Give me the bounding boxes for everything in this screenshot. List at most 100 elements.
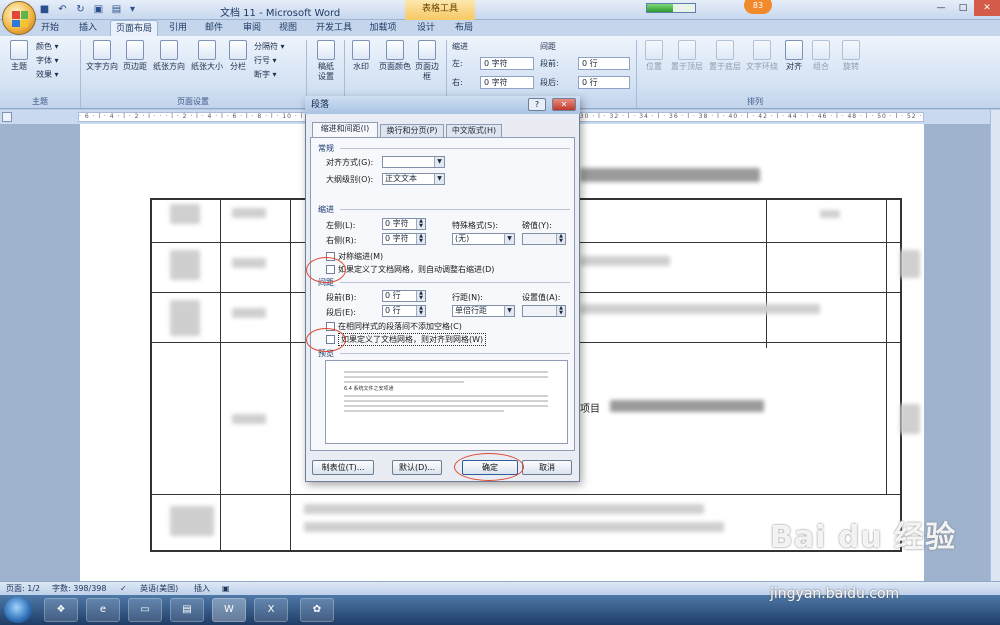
tab-mailings[interactable]: 邮件: [200, 20, 228, 36]
at-input[interactable]: ▲ ▼: [522, 305, 566, 317]
baidu-paw-icon[interactable]: ✿: [300, 598, 334, 622]
size-button[interactable]: 纸张大小: [188, 40, 226, 72]
tab-selector-icon[interactable]: [2, 112, 12, 122]
align-button[interactable]: 对齐: [782, 40, 806, 72]
save-icon[interactable]: ■: [38, 3, 51, 16]
position-button[interactable]: 位置: [640, 40, 668, 72]
open-icon[interactable]: ▣: [92, 3, 105, 16]
special-format-select[interactable]: (无) ▼: [452, 233, 515, 245]
print-icon[interactable]: ▤: [110, 3, 123, 16]
spinner-icon[interactable]: ▲ ▼: [556, 234, 565, 244]
minimize-button[interactable]: —: [930, 0, 952, 16]
spinner-icon[interactable]: ▲ ▼: [416, 234, 425, 244]
tab-page-layout[interactable]: 页面布局: [110, 20, 158, 36]
watermark-button[interactable]: 水印: [348, 40, 374, 72]
tab-design[interactable]: 设计: [412, 20, 440, 36]
outline-level-select[interactable]: 正文文本 ▼: [382, 173, 445, 185]
section-indent: 缩进: [318, 205, 334, 214]
tab-asian-typography[interactable]: 中文版式(H): [446, 124, 502, 138]
default-button[interactable]: 默认(D)...: [392, 460, 442, 475]
orientation-icon: [160, 40, 178, 60]
spinner-icon[interactable]: ▲ ▼: [416, 306, 425, 316]
text-wrap-button[interactable]: 文字环绕: [744, 40, 780, 72]
rotate-button[interactable]: 旋转: [838, 40, 864, 72]
manuscript-label-1: 稿纸: [318, 62, 334, 71]
indent-right-dlg-input[interactable]: 0 字符 ▲ ▼: [382, 233, 426, 245]
spacing-after-label: 段后:: [540, 78, 559, 87]
tab-references[interactable]: 引用: [164, 20, 192, 36]
send-back-button[interactable]: 置于底层: [706, 40, 744, 72]
space-after-input[interactable]: 0 行 ▲ ▼: [382, 305, 426, 317]
office-button[interactable]: [2, 1, 36, 35]
tab-review[interactable]: 审阅: [238, 20, 266, 36]
space-before-input[interactable]: 0 行 ▲ ▼: [382, 290, 426, 302]
bring-front-button[interactable]: 置于顶层: [668, 40, 706, 72]
line-spacing-select[interactable]: 单倍行距 ▼: [452, 305, 515, 317]
explorer-icon[interactable]: ▤: [170, 598, 204, 622]
tab-insert[interactable]: 插入: [74, 20, 102, 36]
browser-icon[interactable]: e: [86, 598, 120, 622]
indent-left-dlg-value: 0 字符: [385, 219, 409, 228]
text-direction-button[interactable]: 文字方向: [84, 40, 120, 72]
fonts-button[interactable]: 字体 ▾: [36, 55, 59, 67]
line-numbers-button[interactable]: 行号 ▾: [254, 55, 277, 67]
tab-line-page-breaks[interactable]: 换行和分页(P): [380, 124, 444, 138]
preview-line: [344, 381, 464, 383]
windows-icon[interactable]: ❖: [44, 598, 78, 622]
group-button[interactable]: 组合: [808, 40, 834, 72]
dialog-close-button[interactable]: ✕: [552, 98, 576, 111]
maximize-button[interactable]: □: [952, 0, 974, 16]
tabs-button[interactable]: 制表位(T)...: [312, 460, 374, 475]
spacing-before-input[interactable]: 0 行: [578, 57, 630, 70]
alignment-select[interactable]: ▼: [382, 156, 445, 168]
orientation-button[interactable]: 纸张方向: [150, 40, 188, 72]
columns-button[interactable]: 分栏: [226, 40, 250, 72]
vertical-scrollbar[interactable]: [990, 110, 1000, 581]
tab-developer[interactable]: 开发工具: [312, 20, 356, 36]
tab-home[interactable]: 开始: [36, 20, 64, 36]
indent-left-input[interactable]: 0 字符: [480, 57, 534, 70]
status-words[interactable]: 字数: 398/398: [52, 582, 106, 595]
by-input[interactable]: ▲ ▼: [522, 233, 566, 245]
spelling-icon[interactable]: ✓: [120, 582, 127, 595]
folder-icon[interactable]: ▭: [128, 598, 162, 622]
spacing-after-input[interactable]: 0 行: [578, 76, 630, 89]
indent-right-input[interactable]: 0 字符: [480, 76, 534, 89]
status-language[interactable]: 英语(美国): [140, 582, 178, 595]
spinner-icon[interactable]: ▲ ▼: [416, 291, 425, 301]
spinner-icon[interactable]: ▲ ▼: [416, 219, 425, 229]
blurred-cell: [304, 504, 704, 514]
undo-icon[interactable]: ↶: [56, 3, 69, 16]
customize-qat-icon[interactable]: ▾: [126, 3, 139, 16]
theme-label: 主题: [11, 62, 27, 71]
effects-button[interactable]: 效果 ▾: [36, 69, 59, 81]
macro-icon[interactable]: ▣: [222, 582, 230, 595]
tab-addins[interactable]: 加载项: [366, 20, 400, 36]
size-label: 纸张大小: [191, 62, 223, 71]
theme-button[interactable]: 主题: [6, 40, 32, 72]
excel-icon[interactable]: X: [254, 598, 288, 622]
page-color-button[interactable]: 页面颜色: [376, 40, 414, 72]
close-button[interactable]: ✕: [974, 0, 1000, 16]
progress-bar: [646, 3, 696, 13]
margins-button[interactable]: 页边距: [120, 40, 150, 72]
spinner-icon[interactable]: ▲ ▼: [556, 306, 565, 316]
indent-left-dlg-input[interactable]: 0 字符 ▲ ▼: [382, 218, 426, 230]
page-borders-button[interactable]: 页面边框: [414, 40, 440, 82]
cancel-button[interactable]: 取消: [522, 460, 572, 475]
status-page[interactable]: 页面: 1/2: [6, 582, 40, 595]
redo-icon[interactable]: ↻: [74, 3, 87, 16]
colors-button[interactable]: 颜色 ▾: [36, 41, 59, 53]
word-icon[interactable]: W: [212, 598, 246, 622]
breaks-button[interactable]: 分隔符 ▾: [254, 41, 285, 53]
manuscript-settings-button[interactable]: 稿纸 设置: [312, 40, 340, 82]
help-button[interactable]: ?: [528, 98, 546, 111]
hyphenation-button[interactable]: 断字 ▾: [254, 69, 277, 81]
tab-view[interactable]: 视图: [274, 20, 302, 36]
status-mode[interactable]: 插入: [194, 582, 210, 595]
start-button[interactable]: [4, 597, 32, 623]
tab-indent-spacing[interactable]: 缩进和间距(I): [312, 122, 378, 138]
blurred-cell: [170, 204, 200, 224]
preview-line: [344, 400, 548, 402]
tab-layout[interactable]: 布局: [450, 20, 478, 36]
